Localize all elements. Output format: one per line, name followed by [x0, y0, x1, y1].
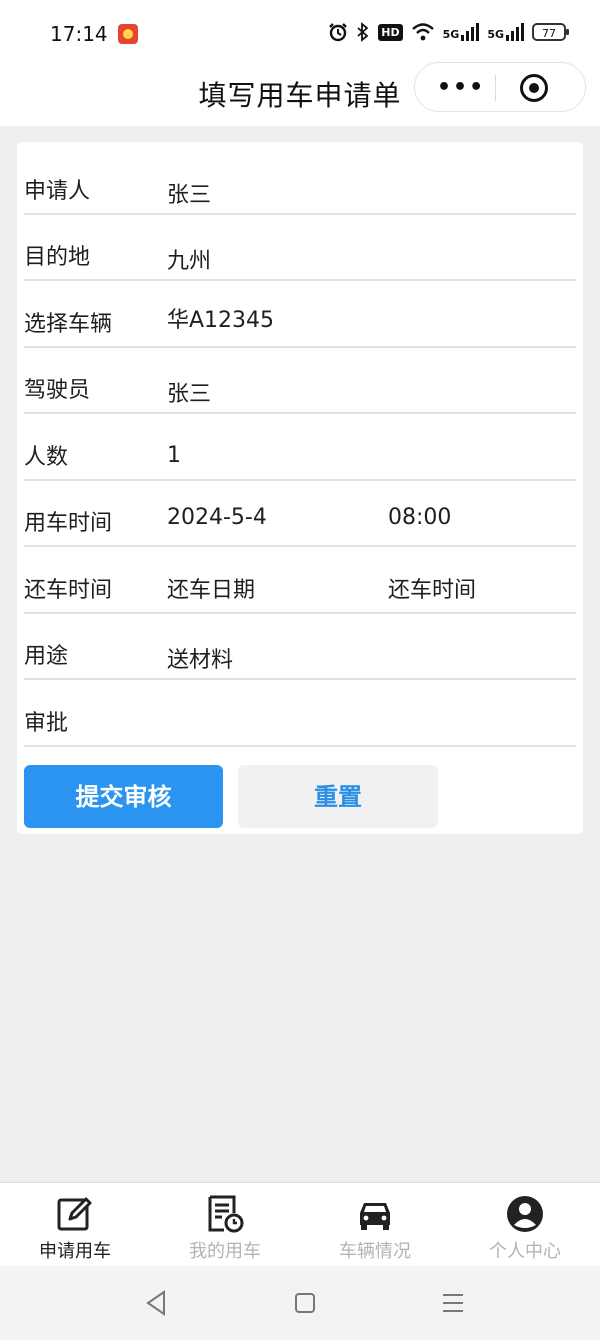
return-date-picker[interactable]: 还车日期 [167, 572, 255, 604]
form-row-applicant[interactable]: 申请人 张三 [24, 149, 576, 215]
tab-label: 我的用车 [189, 1241, 261, 1262]
status-bar: 17:14 HD 5G 5G 77 [0, 0, 600, 60]
use-date-value[interactable]: 2024-5-4 [167, 505, 267, 530]
capsule-divider [495, 75, 496, 101]
tab-apply-car[interactable]: 申请用车 [0, 1183, 150, 1267]
status-time: 17:14 [50, 22, 108, 46]
more-icon[interactable]: ••• [437, 75, 485, 100]
field-label: 选择车辆 [24, 312, 113, 337]
5g-signal-icon: 5G [443, 23, 480, 41]
5g-signal-icon: 5G [487, 23, 524, 41]
document-clock-icon [208, 1195, 244, 1233]
form-row-destination[interactable]: 目的地 九州 [24, 215, 576, 281]
vehicle-value[interactable]: 华A12345 [167, 302, 274, 334]
field-label: 用车时间 [24, 511, 113, 536]
use-time-value[interactable]: 08:00 [388, 505, 451, 530]
form-card: 申请人 张三 目的地 九州 选择车辆 华A12345 驾驶员 张三 人数 1 用… [17, 142, 583, 834]
edit-icon [57, 1197, 92, 1231]
title-bar: 填写用车申请单 ••• [0, 60, 600, 126]
system-navigation-bar [0, 1266, 600, 1340]
signal-bars [506, 23, 524, 41]
tab-my-cars[interactable]: 我的用车 [150, 1183, 300, 1267]
5g-label: 5G [487, 28, 504, 41]
purpose-value[interactable]: 送材料 [167, 642, 233, 674]
home-icon[interactable] [290, 1288, 320, 1318]
back-icon[interactable] [142, 1288, 172, 1318]
battery-icon: 77 [532, 23, 569, 41]
status-icons: HD 5G 5G 77 [328, 22, 569, 42]
app-icon [118, 24, 138, 44]
car-icon [360, 1203, 390, 1230]
bluetooth-icon [357, 22, 369, 42]
field-label: 审批 [24, 711, 69, 736]
passengers-value[interactable]: 1 [167, 443, 181, 468]
tab-label: 申请用车 [39, 1241, 111, 1262]
close-mini-program-icon[interactable] [520, 74, 548, 102]
field-label: 人数 [24, 445, 69, 470]
tab-label: 车辆情况 [339, 1241, 411, 1262]
form-row-use-time[interactable]: 用车时间 2024-5-4 08:00 [24, 481, 576, 547]
destination-value[interactable]: 九州 [167, 243, 211, 275]
applicant-value[interactable]: 张三 [167, 177, 211, 209]
hd-icon: HD [378, 23, 403, 41]
signal-bars [461, 23, 480, 41]
user-icon [507, 1196, 543, 1232]
form-row-approval[interactable]: 审批 [24, 681, 576, 747]
tab-label: 个人中心 [489, 1241, 561, 1262]
form-row-passengers[interactable]: 人数 1 [24, 415, 576, 481]
menu-icon[interactable] [438, 1288, 468, 1318]
field-label: 还车时间 [24, 578, 113, 603]
field-label: 驾驶员 [24, 378, 91, 403]
form-row-purpose[interactable]: 用途 送材料 [24, 614, 576, 680]
form-row-return-time[interactable]: 还车时间 还车日期 还车时间 [24, 548, 576, 614]
field-label: 申请人 [24, 179, 91, 204]
5g-label: 5G [442, 28, 460, 41]
bottom-tab-bar: 申请用车 我的用车 车辆情况 个人中心 [0, 1182, 600, 1267]
alarm-icon [329, 23, 348, 42]
form-row-vehicle[interactable]: 选择车辆 华A12345 [24, 282, 576, 348]
tab-profile[interactable]: 个人中心 [450, 1183, 600, 1267]
mini-program-capsule: ••• [414, 62, 586, 112]
reset-button[interactable]: 重置 [238, 765, 438, 828]
submit-review-button[interactable]: 提交审核 [24, 765, 223, 828]
driver-value[interactable]: 张三 [167, 376, 211, 408]
field-label: 用途 [24, 644, 69, 669]
field-label: 目的地 [24, 245, 91, 270]
form-row-driver[interactable]: 驾驶员 张三 [24, 348, 576, 414]
return-time-picker[interactable]: 还车时间 [388, 572, 476, 604]
wifi-icon [411, 23, 434, 41]
tab-vehicle-status[interactable]: 车辆情况 [300, 1183, 450, 1267]
